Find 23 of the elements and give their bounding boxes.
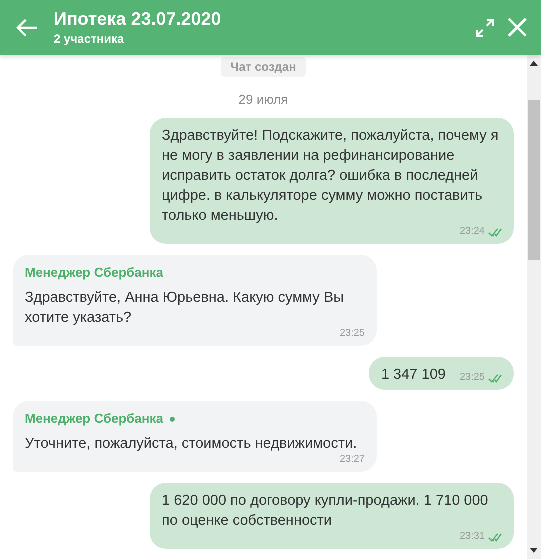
- participants-count: 2 участника: [54, 32, 124, 46]
- close-icon: [508, 18, 527, 37]
- message-time: 23:25: [340, 328, 365, 340]
- message-text: Здравствуйте, Анна Юрьевна. Какую сумму Вы хотите указать?: [25, 289, 346, 328]
- sender-name: Менеджер Сбербанка: [25, 410, 164, 428]
- chat-title: Ипотека 23.07.2020: [54, 9, 222, 30]
- message-text: 1 347 109: [381, 366, 446, 385]
- message-time: 23:31: [460, 531, 485, 543]
- scrollbar[interactable]: [527, 55, 541, 559]
- message-text: Здравствуйте! Подскажите, пожалуйста, почему я не могу в заявлении на рефинансирование исправить остаток долга? ошибка в последней цифре. в калькуляторе сумму можно поставить только меньшую.: [162, 127, 500, 226]
- scrollbar-thumb[interactable]: [528, 100, 540, 260]
- scroll-down-icon[interactable]: [530, 548, 538, 553]
- message-time: 23:25: [460, 372, 485, 384]
- back-arrow-icon: [16, 18, 38, 38]
- date-divider: 29 июля: [238, 92, 288, 107]
- message-time: 23:27: [340, 454, 365, 466]
- message-time: 23:24: [460, 226, 485, 238]
- sender-name: Менеджер Сбербанка: [25, 264, 164, 282]
- chat-created-notice: Чат создан: [220, 57, 306, 77]
- message-text: Уточните, пожалуйста, стоимость недвижимости.: [25, 435, 358, 454]
- expand-icon: [476, 18, 494, 36]
- message-text: 1 620 000 по договору купли-продажи. 1 710 000 по оценке собственности: [162, 492, 490, 531]
- scroll-up-icon[interactable]: [530, 61, 538, 66]
